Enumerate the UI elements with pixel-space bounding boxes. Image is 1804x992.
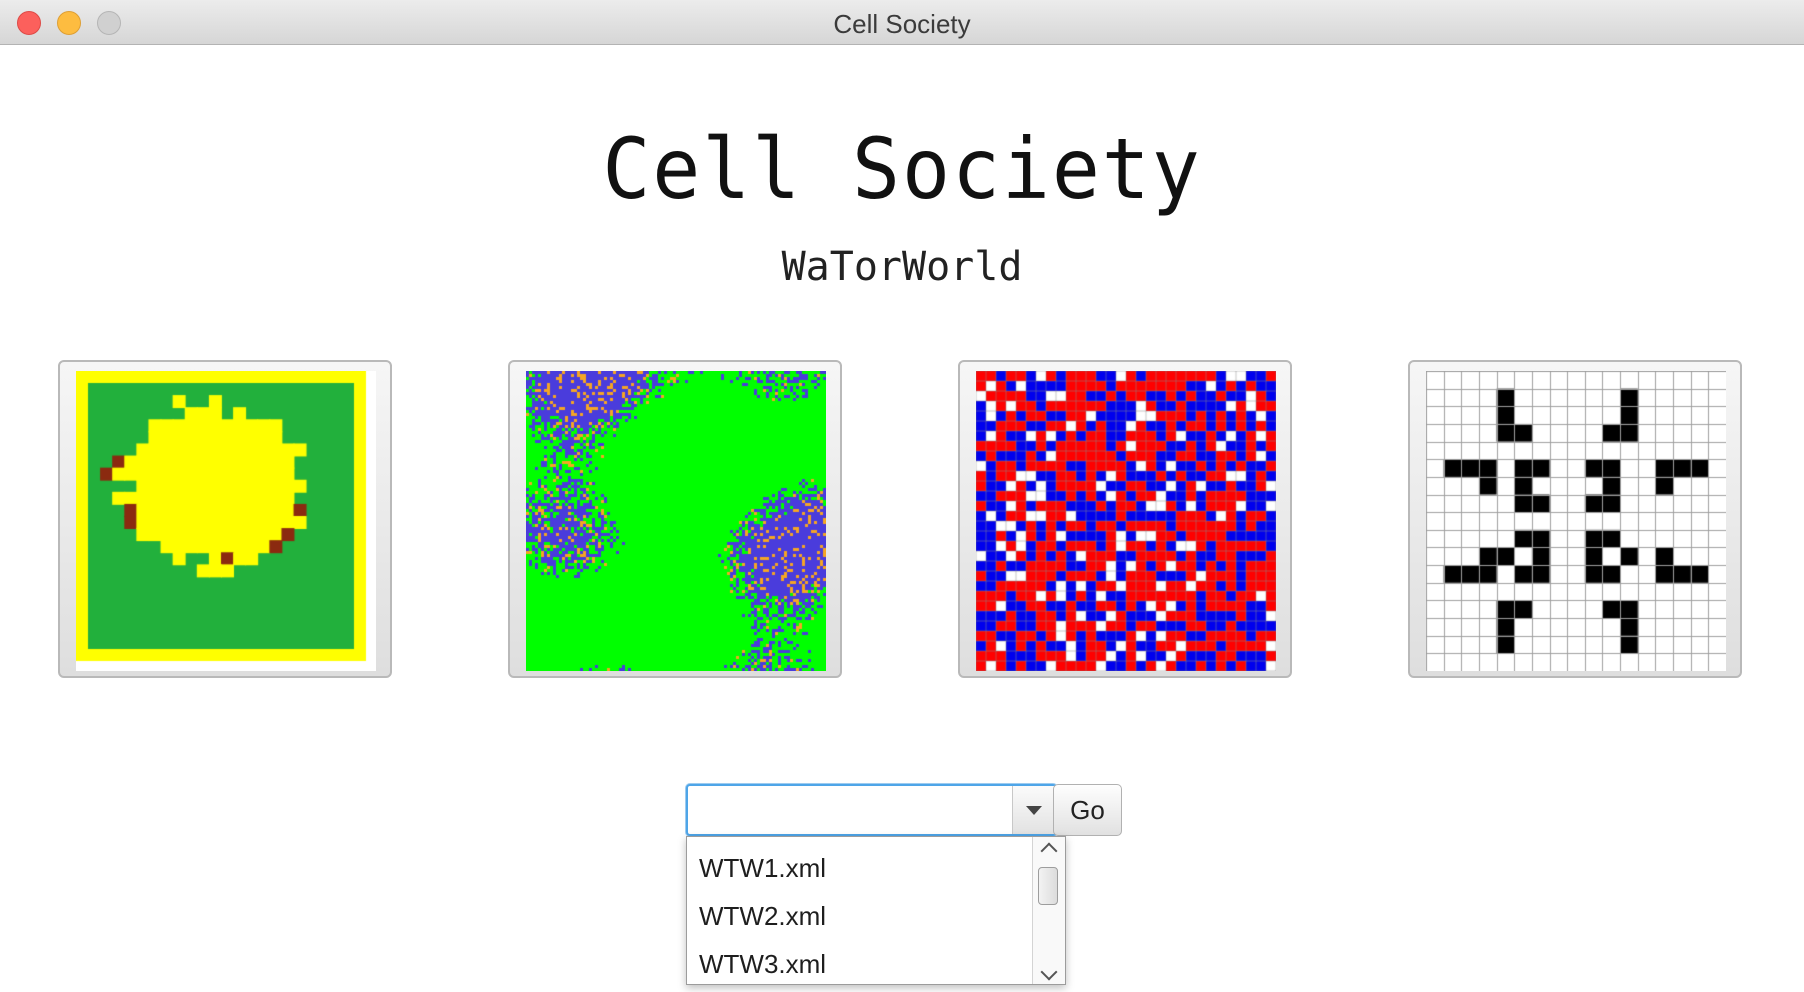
file-dropdown-list: WTW1.xml WTW2.xml WTW3.xml <box>686 836 1066 985</box>
list-item[interactable]: WTW2.xml <box>699 894 826 938</box>
scroll-up-icon[interactable] <box>1040 842 1058 860</box>
file-combo-box[interactable] <box>686 784 1057 836</box>
fire-simulation-button[interactable] <box>58 360 392 678</box>
dropdown-scrollbar[interactable] <box>1032 837 1065 984</box>
go-button[interactable]: Go <box>1053 784 1122 836</box>
scroll-thumb[interactable] <box>1038 867 1058 905</box>
scroll-down-icon[interactable] <box>1040 963 1058 981</box>
life-simulation-preview <box>1426 371 1726 671</box>
app-window: Cell Society Cell Society WaTorWorld Go … <box>0 0 1804 992</box>
window-title: Cell Society <box>833 9 971 39</box>
combo-dropdown-button[interactable] <box>1012 786 1055 834</box>
title-bar[interactable]: Cell Society <box>0 0 1804 45</box>
wator-simulation-button[interactable] <box>508 360 842 678</box>
segregation-simulation-preview <box>976 371 1276 671</box>
list-item[interactable]: WTW3.xml <box>699 942 826 984</box>
file-combo-input[interactable] <box>692 789 996 831</box>
wator-simulation-preview <box>526 371 826 671</box>
chevron-down-icon <box>1026 806 1042 815</box>
page-subtitle: WaTorWorld <box>781 244 1023 290</box>
segregation-simulation-button[interactable] <box>958 360 1292 678</box>
fire-simulation-preview <box>76 371 376 671</box>
life-simulation-button[interactable] <box>1408 360 1742 678</box>
page-title: Cell Society <box>602 120 1202 218</box>
list-item[interactable]: WTW1.xml <box>699 846 826 890</box>
